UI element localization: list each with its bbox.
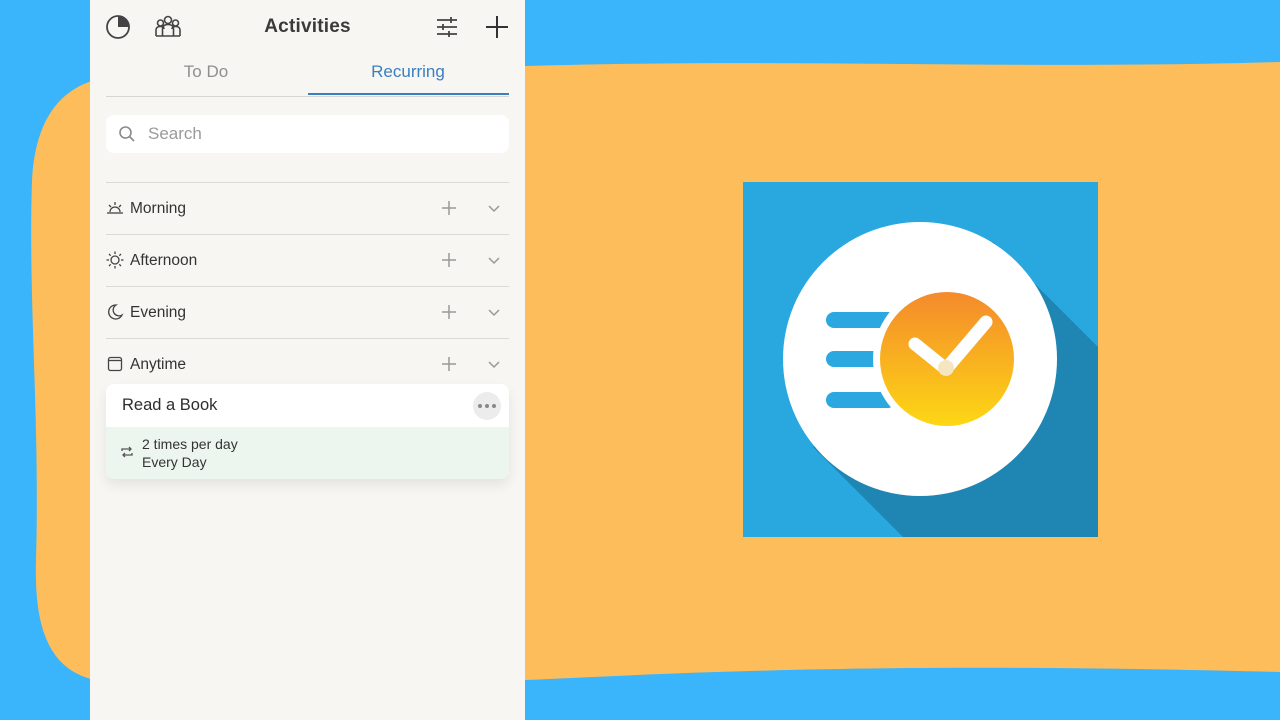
more-options-icon[interactable] <box>473 392 501 420</box>
repeat-icon <box>121 446 133 458</box>
sunrise-icon <box>106 199 124 217</box>
section-anytime[interactable]: Anytime <box>106 338 509 390</box>
filter-sliders-icon[interactable] <box>432 12 462 42</box>
activities-panel: Activities To Do Recurring Search Mornin… <box>90 0 525 720</box>
app-logo <box>743 182 1098 537</box>
chevron-down-icon[interactable] <box>486 304 502 320</box>
section-label: Morning <box>130 200 186 217</box>
section-label: Afternoon <box>130 252 198 269</box>
sun-icon <box>106 251 124 269</box>
section-afternoon[interactable]: Afternoon <box>106 234 509 286</box>
add-plus-icon[interactable] <box>439 354 459 374</box>
tab-to-do[interactable]: To Do <box>106 62 306 82</box>
section-list: Morning Afternoon Evening Anytime <box>106 182 509 390</box>
section-morning[interactable]: Morning <box>106 182 509 234</box>
tab-bar: To Do Recurring <box>106 54 509 97</box>
moon-icon <box>106 303 124 321</box>
activity-card[interactable]: Read a Book 2 times per day Every Day <box>106 384 509 479</box>
chevron-down-icon[interactable] <box>486 356 502 372</box>
add-plus-icon[interactable] <box>439 250 459 270</box>
activity-frequency: 2 times per day <box>142 436 238 452</box>
section-label: Anytime <box>130 356 186 373</box>
plus-icon[interactable] <box>482 12 512 42</box>
activity-schedule: Every Day <box>142 454 207 470</box>
search-icon <box>119 126 135 142</box>
add-plus-icon[interactable] <box>439 302 459 322</box>
calendar-icon <box>106 355 124 373</box>
search-input[interactable] <box>146 123 480 145</box>
add-plus-icon[interactable] <box>439 198 459 218</box>
chevron-down-icon[interactable] <box>486 200 502 216</box>
search-bar[interactable] <box>106 115 509 153</box>
tab-recurring[interactable]: Recurring <box>308 62 508 82</box>
chevron-down-icon[interactable] <box>486 252 502 268</box>
section-label: Evening <box>130 304 187 321</box>
activity-name: Read a Book <box>122 396 218 414</box>
section-evening[interactable]: Evening <box>106 286 509 338</box>
active-tab-indicator <box>308 93 509 95</box>
top-bar: Activities <box>90 0 525 54</box>
activity-detail: 2 times per day Every Day <box>106 427 509 479</box>
